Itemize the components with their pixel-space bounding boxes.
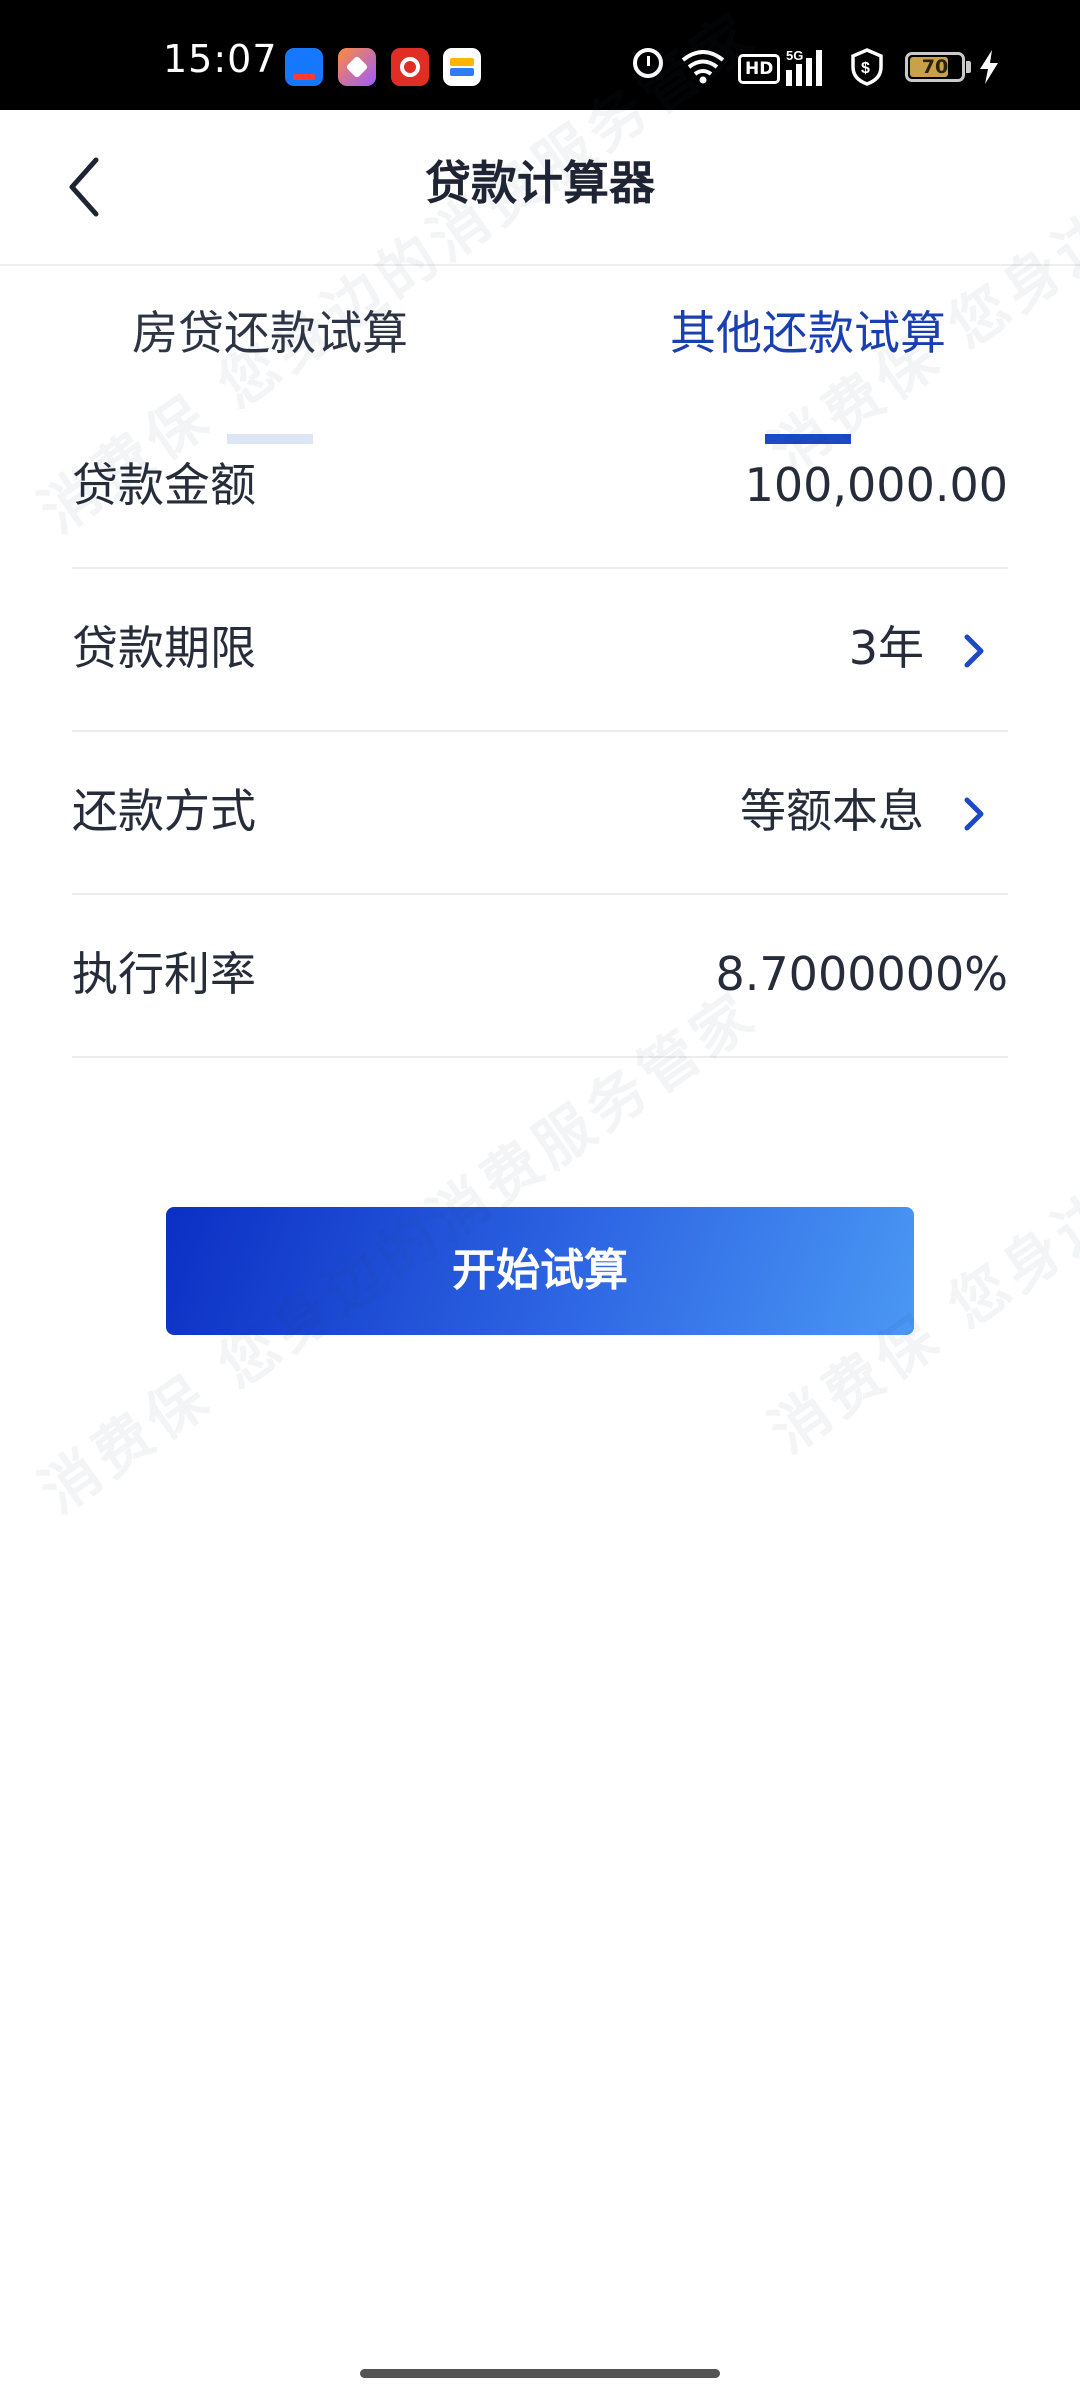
wallet-icon (443, 48, 481, 86)
battery-cap (966, 61, 971, 73)
wifi-icon (681, 50, 725, 84)
loan-amount-label: 贷款金额 (72, 458, 256, 512)
svg-text:$: $ (861, 60, 870, 77)
loan-term-label: 贷款期限 (72, 621, 256, 675)
repayment-method-label: 还款方式 (72, 784, 256, 838)
network-type-label: 5G (786, 48, 803, 63)
shield-icon: $ (851, 48, 883, 86)
tab-mortgage-repayment[interactable]: 房贷还款试算 (90, 306, 450, 444)
status-bar: 15:07 HD 5G $ 70 (0, 0, 1080, 110)
charging-icon (980, 50, 998, 84)
alarm-icon (633, 48, 663, 78)
hd-icon: HD (738, 54, 781, 84)
pinduoduo-icon (391, 48, 429, 86)
battery-percentage: 70 (921, 56, 949, 78)
repayment-method-value: 等额本息 (740, 784, 924, 838)
page-title: 贷款计算器 (425, 156, 655, 210)
status-time: 15:07 (163, 37, 278, 81)
interest-rate-label: 执行利率 (72, 947, 256, 1001)
interest-rate-input[interactable]: 8.7000000% (716, 947, 1008, 1002)
loan-term-row[interactable]: 贷款期限 3年 (72, 569, 1008, 732)
nav-bar: 贷款计算器 (0, 110, 1080, 266)
loan-amount-input[interactable]: 100,000.00 (745, 458, 1008, 513)
battery-icon: 70 (905, 52, 965, 82)
loan-amount-row[interactable]: 贷款金额 100,000.00 (72, 406, 1008, 569)
tab-other-repayment[interactable]: 其他还款试算 (628, 306, 988, 444)
alipay-icon (285, 48, 323, 86)
start-calculation-button[interactable]: 开始试算 (166, 1207, 914, 1335)
tab-label: 房贷还款试算 (132, 306, 408, 360)
tab-label: 其他还款试算 (670, 306, 946, 360)
repayment-method-row[interactable]: 还款方式 等额本息 (72, 732, 1008, 895)
interest-rate-row[interactable]: 执行利率 8.7000000% (72, 895, 1008, 1058)
chevron-right-icon (964, 634, 984, 668)
loan-calculator-screen: 15:07 HD 5G $ 70 贷款计算器 房贷还款试算 其他还款试算 贷款金… (0, 0, 1080, 2400)
chevron-right-icon (964, 797, 984, 831)
shortcut-app-icon (338, 48, 376, 86)
loan-form: 贷款金额 100,000.00 贷款期限 3年 还款方式 等额本息 执行利率 8… (72, 406, 1008, 1058)
calculator-tabs: 房贷还款试算 其他还款试算 (0, 266, 1080, 444)
signal-icon: 5G (786, 48, 822, 86)
loan-term-value: 3年 (848, 621, 924, 675)
home-indicator[interactable] (360, 2369, 720, 2378)
